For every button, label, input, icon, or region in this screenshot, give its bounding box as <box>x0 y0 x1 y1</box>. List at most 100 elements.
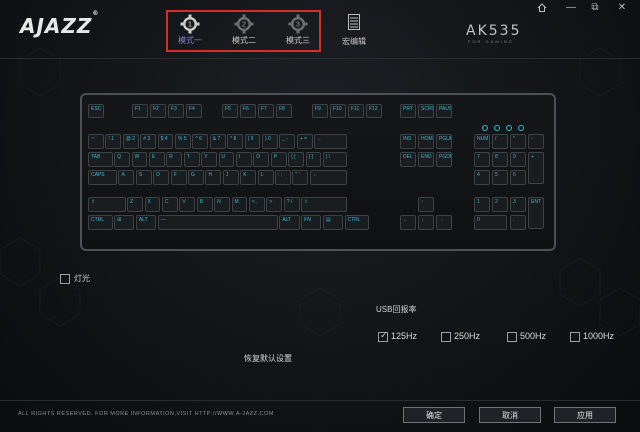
key-z-14[interactable]: 2 <box>492 197 508 212</box>
key-num-6[interactable]: ^ 6 <box>192 134 209 149</box>
apply-button[interactable]: 应用 <box>554 407 616 423</box>
key-q-16[interactable]: PGDN <box>436 152 452 167</box>
key-z-16[interactable]: ENT <box>528 197 544 229</box>
key-q-5[interactable]: T <box>183 152 200 167</box>
key-1-fn[interactable]: F1 <box>132 104 148 118</box>
key-num-16[interactable]: PGUP <box>436 134 452 149</box>
minimize-button[interactable]: — <box>560 0 582 15</box>
key-q-19[interactable]: 9 <box>510 152 526 167</box>
key-a-4[interactable]: F <box>170 170 187 185</box>
key-num-12[interactable]: + = <box>296 134 313 149</box>
key-q-1[interactable]: Q <box>114 152 130 167</box>
key-z-2[interactable]: X <box>144 197 161 212</box>
key-ctrl-1[interactable]: ⊞ <box>114 215 135 230</box>
key-num-0[interactable]: ~ ` <box>88 134 104 149</box>
rate-125-checkbox[interactable] <box>378 330 388 342</box>
key-3-fn[interactable]: F3 <box>168 104 184 118</box>
rate-500-option[interactable]: 500Hz <box>507 331 546 342</box>
key-num-8[interactable]: * 8 <box>227 134 244 149</box>
key-z-3[interactable]: C <box>161 197 178 212</box>
key-q-11[interactable]: { [ <box>288 152 304 167</box>
key-q-0[interactable]: TAB <box>88 152 113 167</box>
mode-3-button[interactable]: 3 模式三 <box>278 14 318 46</box>
key-ctrl-4[interactable]: ALT <box>279 215 300 230</box>
restore-button[interactable]: ⧉ <box>584 0 606 15</box>
key-a-14[interactable]: 5 <box>492 170 508 185</box>
key-z-10[interactable]: ? / <box>283 197 300 212</box>
key-q-3[interactable]: E <box>148 152 165 167</box>
key-z-6[interactable]: N <box>214 197 231 212</box>
key-a-3[interactable]: D <box>153 170 170 185</box>
key-num-11[interactable]: _ - <box>279 134 296 149</box>
key-z-5[interactable]: B <box>196 197 213 212</box>
key-a-10[interactable]: : ; <box>275 170 291 185</box>
key-11-fn[interactable]: F11 <box>348 104 364 118</box>
key-num-13[interactable]: ← <box>314 134 348 149</box>
key-z-4[interactable]: V <box>179 197 196 212</box>
key-z-12[interactable]: ↑ <box>418 197 434 212</box>
cancel-button[interactable]: 取消 <box>479 407 541 423</box>
key-15-fn[interactable]: PAUSE <box>436 104 452 118</box>
key-ctrl-6[interactable]: ▤ <box>322 215 344 230</box>
key-num-18[interactable]: / <box>492 134 508 149</box>
key-a-8[interactable]: K <box>240 170 257 185</box>
rate-250-checkbox[interactable] <box>441 331 451 342</box>
key-q-15[interactable]: END <box>418 152 434 167</box>
key-14-fn[interactable]: SCROLL LOCK <box>418 104 434 118</box>
lighting-toggle[interactable]: 灯光 <box>60 273 90 284</box>
rate-1000-option[interactable]: 1000Hz <box>570 331 614 342</box>
macro-editor-button[interactable]: 宏编辑 <box>338 12 370 47</box>
key-ctrl-9[interactable]: ↓ <box>418 215 434 230</box>
key-a-0[interactable]: CAPS <box>88 170 117 185</box>
key-q-13[interactable]: | \ <box>322 152 348 167</box>
key-z-13[interactable]: 1 <box>474 197 490 212</box>
mode-2-button[interactable]: 2 模式二 <box>224 14 264 46</box>
key-q-12[interactable]: } ] <box>305 152 322 167</box>
key-ctrl-10[interactable]: → <box>436 215 452 230</box>
key-a-13[interactable]: 4 <box>474 170 490 185</box>
key-num-9[interactable]: ( 9 <box>244 134 261 149</box>
key-4-fn[interactable]: F4 <box>186 104 202 118</box>
key-7-fn[interactable]: F7 <box>258 104 274 118</box>
key-13-fn[interactable]: PRT <box>400 104 416 118</box>
key-num-2[interactable]: @ 2 <box>122 134 139 149</box>
key-num-20[interactable]: - <box>528 134 544 149</box>
key-8-fn[interactable]: F8 <box>276 104 292 118</box>
key-12-fn[interactable]: F12 <box>366 104 382 118</box>
rate-500-checkbox[interactable] <box>507 331 517 342</box>
lighting-checkbox[interactable] <box>60 273 70 284</box>
key-z-8[interactable]: < , <box>248 197 265 212</box>
mode-1-button[interactable]: 1 模式一 <box>170 14 210 46</box>
key-ctrl-12[interactable]: . <box>510 215 526 230</box>
key-num-17[interactable]: NUM <box>474 134 490 149</box>
key-a-9[interactable]: L <box>257 170 274 185</box>
ok-button[interactable]: 确定 <box>403 407 465 423</box>
key-q-18[interactable]: 8 <box>492 152 508 167</box>
key-10-fn[interactable]: F10 <box>330 104 346 118</box>
key-2-fn[interactable]: F2 <box>150 104 166 118</box>
key-num-1[interactable]: ! 1 <box>105 134 122 149</box>
key-z-11[interactable]: ⇧ <box>301 197 348 212</box>
key-0-fn[interactable]: ESC <box>88 104 104 118</box>
key-z-15[interactable]: 3 <box>510 197 526 212</box>
key-6-fn[interactable]: F6 <box>240 104 256 118</box>
key-a-5[interactable]: G <box>188 170 204 185</box>
key-a-1[interactable]: A <box>118 170 135 185</box>
key-5-fn[interactable]: F5 <box>222 104 238 118</box>
key-num-14[interactable]: INS <box>400 134 416 149</box>
key-z-1[interactable]: Z <box>127 197 144 212</box>
key-a-7[interactable]: J <box>222 170 239 185</box>
key-q-20[interactable]: + <box>528 152 544 184</box>
rate-1000-checkbox[interactable] <box>570 331 580 342</box>
key-ctrl-7[interactable]: CTRL <box>344 215 370 230</box>
key-num-4[interactable]: $ 4 <box>157 134 174 149</box>
key-z-9[interactable]: > . <box>266 197 283 212</box>
key-q-17[interactable]: 7 <box>474 152 490 167</box>
key-ctrl-2[interactable]: ALT <box>135 215 157 230</box>
key-z-7[interactable]: M <box>231 197 248 212</box>
rate-250-option[interactable]: 250Hz <box>441 331 480 342</box>
key-num-15[interactable]: HOME <box>418 134 434 149</box>
key-a-15[interactable]: 6 <box>510 170 526 185</box>
key-q-10[interactable]: P <box>270 152 287 167</box>
key-ctrl-8[interactable]: ← <box>400 215 416 230</box>
